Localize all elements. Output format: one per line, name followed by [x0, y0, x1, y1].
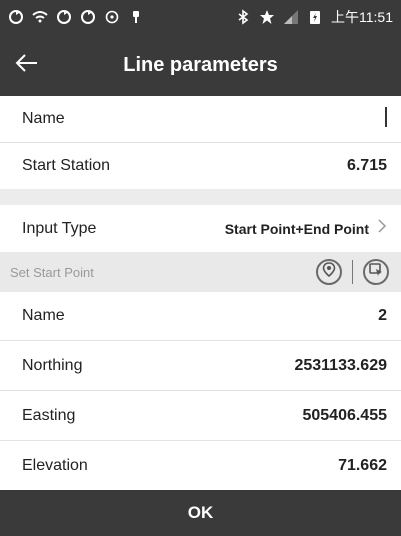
status-icons-left	[8, 9, 144, 25]
status-time: 上午11:51	[331, 9, 393, 25]
app-bar: Line parameters	[0, 34, 401, 96]
elevation-row[interactable]: Elevation 71.662	[0, 441, 401, 490]
northing-row[interactable]: Northing 2531133.629	[0, 341, 401, 390]
tool-separator	[352, 260, 353, 284]
map-pin-icon	[322, 261, 336, 283]
section-tools	[316, 259, 389, 285]
easting-label: Easting	[22, 406, 76, 424]
easting-value[interactable]: 505406.455	[302, 407, 387, 425]
elevation-label: Elevation	[22, 456, 88, 474]
section-gap	[0, 189, 401, 205]
battery-charging-icon	[307, 9, 323, 25]
input-type-value: Start Point+End Point	[224, 220, 369, 237]
sync-icon	[8, 9, 24, 25]
point-name-value[interactable]: 2	[378, 307, 387, 325]
chevron-right-icon	[377, 218, 387, 239]
name-input[interactable]	[385, 106, 387, 132]
input-type-row[interactable]: Input Type Start Point+End Point	[0, 205, 401, 252]
pin-icon	[128, 9, 144, 25]
sync-icon	[80, 9, 96, 25]
select-point-button[interactable]	[363, 259, 389, 285]
status-icons-right: 上午11:51	[235, 7, 393, 27]
name-row[interactable]: Name	[0, 96, 401, 142]
input-type-label: Input Type	[22, 219, 97, 237]
sync-icon	[56, 9, 72, 25]
point-name-row[interactable]: Name 2	[0, 292, 401, 340]
wifi-off-icon	[32, 9, 48, 25]
location-button[interactable]	[316, 259, 342, 285]
star-icon	[259, 9, 275, 25]
text-cursor	[385, 106, 387, 127]
arrow-left-icon	[15, 53, 39, 78]
point-name-label: Name	[22, 307, 65, 324]
set-start-point-header: Set Start Point	[0, 252, 401, 292]
name-label: Name	[22, 110, 65, 127]
northing-label: Northing	[22, 356, 83, 374]
start-station-label: Start Station	[22, 157, 111, 174]
start-station-value[interactable]: 6.715	[347, 157, 387, 175]
bluetooth-icon	[235, 9, 251, 25]
input-type-selector[interactable]: Start Point+End Point	[225, 218, 387, 239]
page-title: Line parameters	[123, 53, 278, 76]
select-point-icon	[369, 262, 383, 282]
back-button[interactable]	[0, 34, 54, 96]
section-title: Set Start Point	[10, 264, 94, 280]
start-station-row[interactable]: Start Station 6.715	[0, 143, 401, 189]
status-bar: 上午11:51	[0, 0, 401, 34]
gps-icon	[104, 9, 120, 25]
signal-icon	[283, 9, 299, 25]
easting-row[interactable]: Easting 505406.455	[0, 391, 401, 440]
elevation-value[interactable]: 71.662	[338, 457, 387, 475]
northing-value[interactable]: 2531133.629	[294, 357, 387, 375]
ok-button[interactable]: OK	[0, 490, 401, 536]
